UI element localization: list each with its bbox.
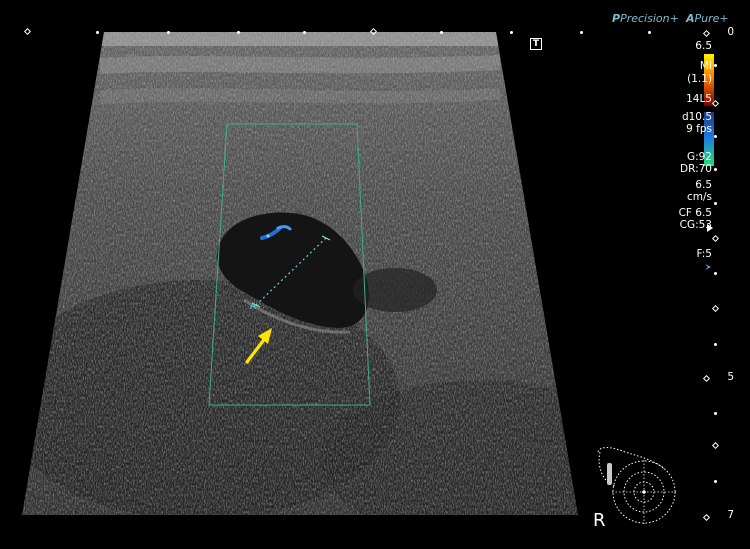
depth-label-0: 0: [727, 26, 734, 38]
velocity-scale-value: 6.5: [695, 179, 712, 191]
ultrasound-image: [22, 32, 714, 524]
ruler-dot: [303, 31, 306, 34]
probe-label: 14L5: [686, 93, 712, 105]
depth-param: d10.5: [681, 111, 712, 123]
precision-plus-label: PPrecision+: [612, 12, 679, 25]
depth-dot: [714, 412, 717, 415]
gain-value: G:92: [686, 151, 712, 163]
scan-sector: [22, 32, 578, 515]
velocity-scale-unit: cm/s: [686, 191, 712, 203]
depth-dot: [714, 64, 717, 67]
ruler-dot: [510, 31, 513, 34]
fps-value: 9 fps: [686, 123, 712, 135]
ruler-dot: [440, 31, 443, 34]
depth-dot: [714, 168, 717, 171]
depth-label-7: 7: [727, 509, 734, 521]
depth-dot: [714, 343, 717, 346]
ruler-dot: [580, 31, 583, 34]
focus-marker-icon[interactable]: [705, 264, 711, 270]
depth-dot: [714, 480, 717, 483]
ruler-dot: [237, 31, 240, 34]
t-marker-icon[interactable]: T: [530, 38, 542, 50]
orientation-label: R: [593, 510, 606, 531]
depth-dot: [714, 135, 717, 138]
depth-dot: [714, 272, 717, 275]
mi-value: (1.1): [687, 73, 712, 85]
pure-plus-label: APure+: [686, 12, 729, 25]
color-frequency-value: CF 6.5: [678, 207, 712, 219]
depth-dot: [714, 202, 717, 205]
mi-label: MI: [699, 60, 712, 72]
ruler-dot: [167, 31, 170, 34]
color-gain-value: CG:53: [679, 219, 712, 231]
depth-label-5: 5: [727, 371, 734, 383]
focus-value: F:5: [696, 248, 712, 260]
caliper-label: A: [250, 302, 257, 312]
ruler-dot: [648, 31, 651, 34]
ruler-dot: [96, 31, 99, 34]
dynamic-range-value: DR:70: [680, 163, 712, 175]
frequency-top-value: 6.5: [695, 40, 712, 52]
probe-orientation-icon: [597, 447, 676, 524]
